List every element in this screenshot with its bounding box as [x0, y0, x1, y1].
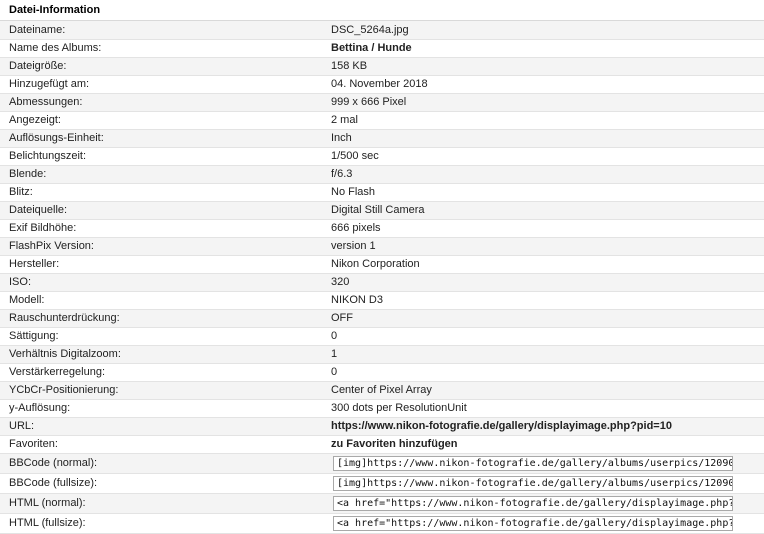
info-row-html-fullsize: HTML (fullsize): <a href="https://www.nik…: [0, 513, 764, 534]
row-value: 320: [331, 273, 764, 292]
row-value: Bettina / Hunde: [331, 39, 764, 58]
row-value: 666 pixels: [331, 219, 764, 238]
row-value: 2 mal: [331, 111, 764, 130]
bbcode-fullsize-field[interactable]: [img]https://www.nikon-fotografie.de/gal…: [333, 475, 733, 491]
row-value: 1/500 sec: [331, 147, 764, 166]
album-link[interactable]: Bettina / Hunde: [331, 42, 412, 54]
image-url-link[interactable]: https://www.nikon-fotografie.de/gallery/…: [331, 420, 672, 432]
info-row-html-normal: HTML (normal): <a href="https://www.nikon…: [0, 493, 764, 514]
row-value: DSC_5264a.jpg: [331, 21, 764, 40]
row-value: https://www.nikon-fotografie.de/gallery/…: [331, 417, 764, 436]
row-label: Modell:: [0, 291, 331, 310]
row-value: zu Favoriten hinzufügen: [331, 435, 764, 454]
info-row-aperture: Blende: f/6.3: [0, 165, 764, 184]
row-value: <a href="https://www.nikon-fotografie.de…: [331, 513, 764, 534]
info-row-saturation: Sättigung: 0: [0, 327, 764, 346]
info-row-flashpix: FlashPix Version: version 1: [0, 237, 764, 256]
file-info-body: Dateiname: DSC_5264a.jpg Name des Albums:…: [0, 21, 764, 534]
info-row-album: Name des Albums: Bettina / Hunde: [0, 39, 764, 58]
row-value: [img]https://www.nikon-fotografie.de/gal…: [331, 453, 764, 474]
row-label: BBCode (fullsize):: [0, 473, 331, 494]
row-label: Dateigröße:: [0, 57, 331, 76]
info-row-model: Modell: NIKON D3: [0, 291, 764, 310]
row-value: [img]https://www.nikon-fotografie.de/gal…: [331, 473, 764, 494]
info-row-filename: Dateiname: DSC_5264a.jpg: [0, 21, 764, 40]
info-row-iso: ISO: 320: [0, 273, 764, 292]
row-label: Sättigung:: [0, 327, 331, 346]
html-normal-field[interactable]: <a href="https://www.nikon-fotografie.de…: [333, 495, 733, 511]
file-info-table: Dateiname: DSC_5264a.jpg Name des Albums:…: [0, 21, 764, 534]
row-label: URL:: [0, 417, 331, 436]
row-value: Nikon Corporation: [331, 255, 764, 274]
info-row-exif-height: Exif Bildhöhe: 666 pixels: [0, 219, 764, 238]
row-value: 158 KB: [331, 57, 764, 76]
row-label: YCbCr-Positionierung:: [0, 381, 331, 400]
bbcode-normal-field[interactable]: [img]https://www.nikon-fotografie.de/gal…: [333, 455, 733, 471]
section-title: Datei-Information: [0, 0, 764, 21]
info-row-gain-control: Verstärkerregelung: 0: [0, 363, 764, 382]
info-row-manufacturer: Hersteller: Nikon Corporation: [0, 255, 764, 274]
info-row-exposure: Belichtungszeit: 1/500 sec: [0, 147, 764, 166]
add-favorites-link[interactable]: zu Favoriten hinzufügen: [331, 438, 458, 450]
row-value: 04. November 2018: [331, 75, 764, 94]
row-label: Belichtungszeit:: [0, 147, 331, 166]
row-value: Digital Still Camera: [331, 201, 764, 220]
info-row-bbcode-normal: BBCode (normal): [img]https://www.nikon-f…: [0, 453, 764, 474]
row-value: 999 x 666 Pixel: [331, 93, 764, 112]
row-label: ISO:: [0, 273, 331, 292]
row-label: Favoriten:: [0, 435, 331, 454]
html-fullsize-field[interactable]: <a href="https://www.nikon-fotografie.de…: [333, 515, 733, 531]
row-value: Center of Pixel Array: [331, 381, 764, 400]
info-row-added: Hinzugefügt am: 04. November 2018: [0, 75, 764, 94]
row-label: HTML (normal):: [0, 493, 331, 514]
info-row-filesize: Dateigröße: 158 KB: [0, 57, 764, 76]
row-value: OFF: [331, 309, 764, 328]
row-value: f/6.3: [331, 165, 764, 184]
row-label: Exif Bildhöhe:: [0, 219, 331, 238]
info-row-bbcode-fullsize: BBCode (fullsize): [img]https://www.nikon…: [0, 473, 764, 494]
row-label: Rauschunterdrückung:: [0, 309, 331, 328]
info-row-views: Angezeigt: 2 mal: [0, 111, 764, 130]
row-label: Auflösungs-Einheit:: [0, 129, 331, 148]
info-row-url: URL: https://www.nikon-fotografie.de/gall…: [0, 417, 764, 436]
row-label: HTML (fullsize):: [0, 513, 331, 534]
info-row-favorites: Favoriten: zu Favoriten hinzufügen: [0, 435, 764, 454]
row-value: 300 dots per ResolutionUnit: [331, 399, 764, 418]
row-label: Blitz:: [0, 183, 331, 202]
row-value: Inch: [331, 129, 764, 148]
row-value: No Flash: [331, 183, 764, 202]
row-label: Angezeigt:: [0, 111, 331, 130]
row-label: BBCode (normal):: [0, 453, 331, 474]
row-label: Dateiname:: [0, 21, 331, 40]
row-label: Abmessungen:: [0, 93, 331, 112]
info-row-dimensions: Abmessungen: 999 x 666 Pixel: [0, 93, 764, 112]
row-label: Dateiquelle:: [0, 201, 331, 220]
file-info-panel: Datei-Information Dateiname: DSC_5264a.jp…: [0, 0, 764, 534]
row-value: 0: [331, 363, 764, 382]
row-label: y-Auflösung:: [0, 399, 331, 418]
info-row-ycbcr: YCbCr-Positionierung: Center of Pixel Arr…: [0, 381, 764, 400]
row-label: Blende:: [0, 165, 331, 184]
row-value: version 1: [331, 237, 764, 256]
row-value: 1: [331, 345, 764, 364]
row-value: NIKON D3: [331, 291, 764, 310]
row-label: Hinzugefügt am:: [0, 75, 331, 94]
row-label: Verstärkerregelung:: [0, 363, 331, 382]
row-value: 0: [331, 327, 764, 346]
row-label: Verhältnis Digitalzoom:: [0, 345, 331, 364]
row-label: FlashPix Version:: [0, 237, 331, 256]
info-row-flash: Blitz: No Flash: [0, 183, 764, 202]
info-row-digital-zoom: Verhältnis Digitalzoom: 1: [0, 345, 764, 364]
info-row-noise-reduction: Rauschunterdrückung: OFF: [0, 309, 764, 328]
info-row-y-resolution: y-Auflösung: 300 dots per ResolutionUnit: [0, 399, 764, 418]
row-label: Name des Albums:: [0, 39, 331, 58]
info-row-resolution-unit: Auflösungs-Einheit: Inch: [0, 129, 764, 148]
row-label: Hersteller:: [0, 255, 331, 274]
row-value: <a href="https://www.nikon-fotografie.de…: [331, 493, 764, 514]
info-row-file-source: Dateiquelle: Digital Still Camera: [0, 201, 764, 220]
